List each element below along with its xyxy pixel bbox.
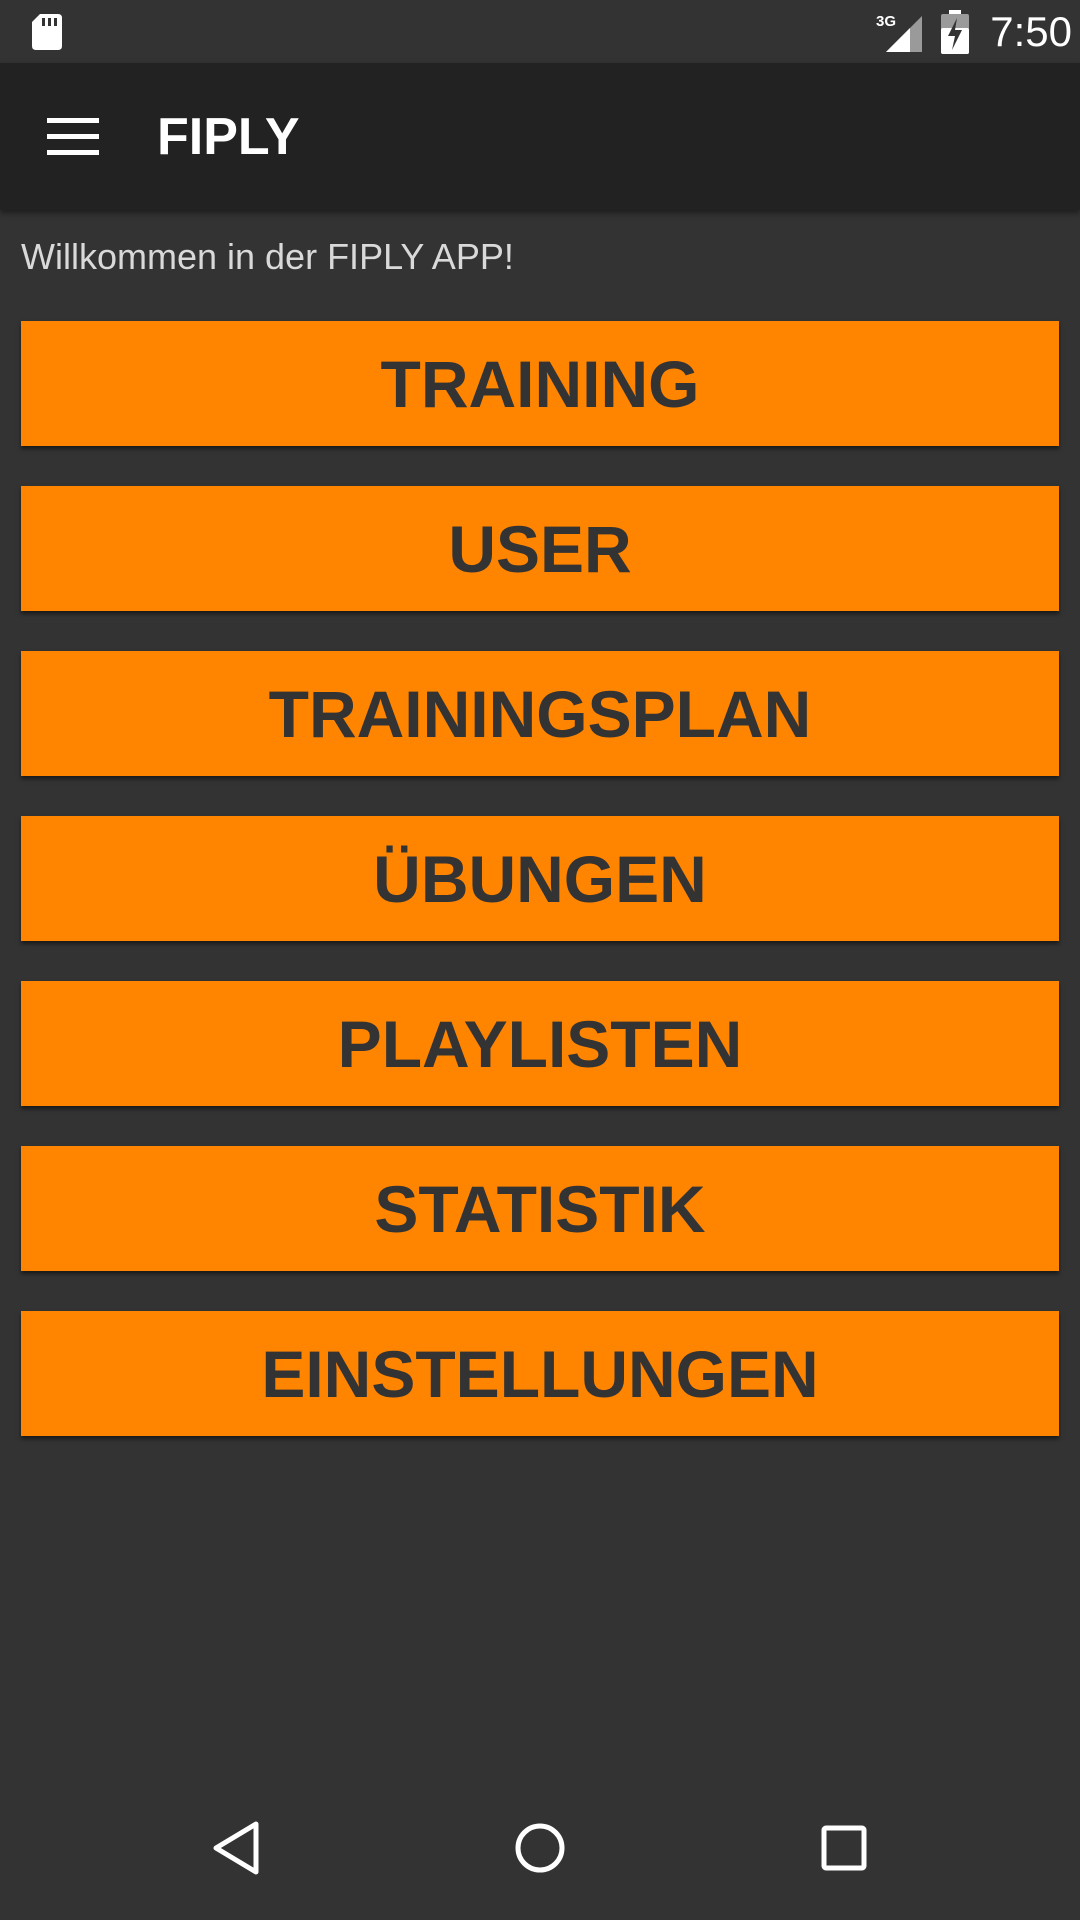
main-menu: TRAINING USER TRAININGSPLAN ÜBUNGEN PLAY… — [21, 321, 1059, 1476]
hamburger-menu-icon — [47, 118, 99, 155]
cell-signal-icon: 3G — [876, 13, 922, 52]
training-button[interactable]: TRAINING — [21, 321, 1059, 446]
battery-charging-icon — [941, 10, 969, 54]
status-clock: 7:50 — [990, 8, 1072, 55]
app-title: FIPLY — [157, 108, 300, 166]
network-type-label: 3G — [876, 13, 896, 30]
trainingsplan-button[interactable]: TRAININGSPLAN — [21, 651, 1059, 776]
playlisten-button[interactable]: PLAYLISTEN — [21, 981, 1059, 1106]
app-bar: FIPLY — [0, 63, 1080, 210]
uebungen-button[interactable]: ÜBUNGEN — [21, 816, 1059, 941]
menu-button[interactable] — [28, 105, 118, 169]
welcome-text: Willkommen in der FIPLY APP! — [21, 236, 514, 277]
user-button[interactable]: USER — [21, 486, 1059, 611]
home-button[interactable] — [500, 1808, 580, 1888]
recents-icon — [821, 1825, 867, 1871]
status-bar: 3G 7:50 — [0, 0, 1080, 63]
recents-button[interactable] — [804, 1808, 884, 1888]
back-icon — [213, 1821, 259, 1875]
back-button[interactable] — [196, 1808, 276, 1888]
statistik-button[interactable]: STATISTIK — [21, 1146, 1059, 1271]
sd-card-icon — [32, 14, 62, 50]
einstellungen-button[interactable]: EINSTELLUNGEN — [21, 1311, 1059, 1436]
navigation-bar — [0, 1776, 1080, 1920]
home-icon — [515, 1823, 565, 1873]
